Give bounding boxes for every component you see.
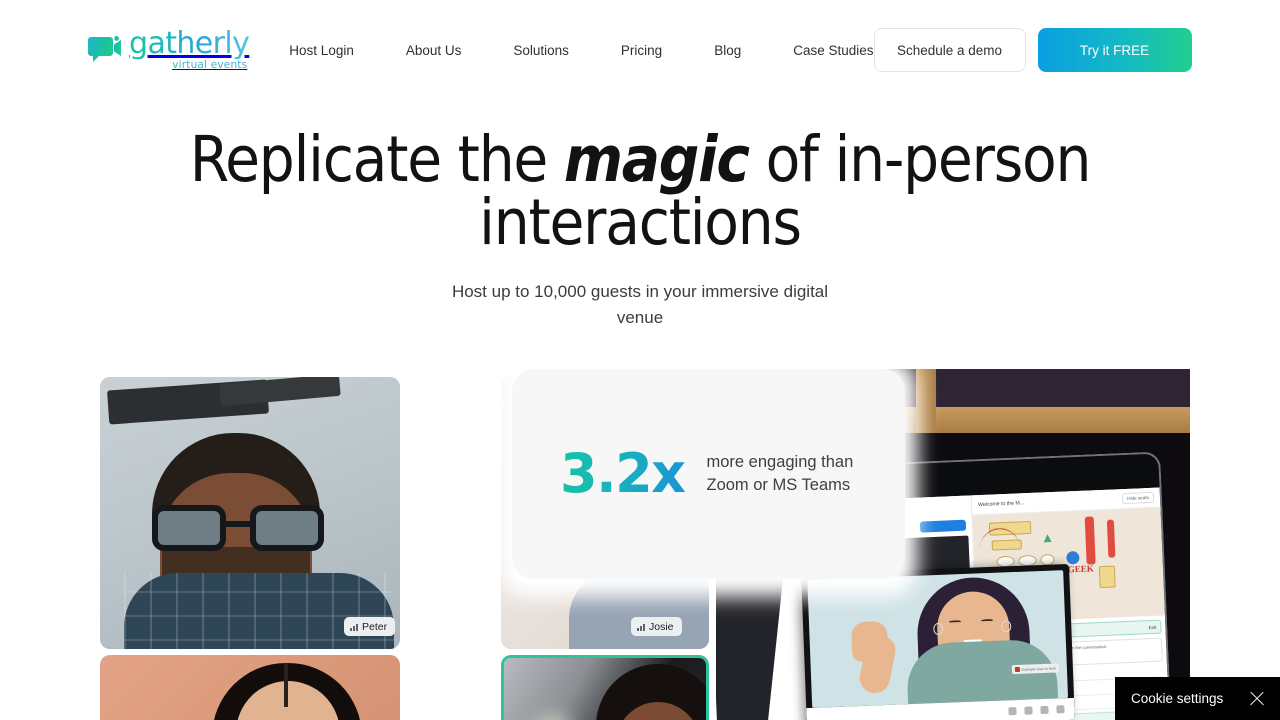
video-tile-participant-3[interactable]: [100, 655, 400, 720]
participant-name-badge-peter: Peter: [344, 617, 396, 636]
try-it-free-button[interactable]: Try it FREE: [1037, 28, 1192, 72]
main-navigation: Host Login About Us Solutions Pricing Bl…: [289, 35, 873, 66]
cookie-settings-bar: Cookie settings: [1115, 677, 1280, 720]
signal-strength-icon: [350, 623, 358, 631]
nav-item-pricing[interactable]: Pricing: [621, 35, 662, 66]
participant-name: Josie: [649, 620, 674, 633]
hide-seats-button[interactable]: Hide seats: [1122, 491, 1155, 505]
schedule-demo-button[interactable]: Schedule a demo: [873, 28, 1026, 72]
participant-name: Peter: [362, 620, 388, 633]
nav-item-case-studies[interactable]: Case Studies: [793, 35, 873, 66]
stat-value: 3.2x: [560, 442, 686, 505]
close-icon[interactable]: [1248, 690, 1266, 708]
participant-name-badge-josie: Josie: [631, 617, 682, 636]
header-actions: Schedule a demo Try it FREE: [873, 28, 1192, 72]
nav-item-blog[interactable]: Blog: [714, 35, 741, 66]
logo-tagline: virtual events: [129, 60, 249, 71]
nav-item-solutions[interactable]: Solutions: [513, 35, 569, 66]
hero-subtitle: Host up to 10,000 guests in your immersi…: [451, 282, 829, 327]
logo-wordmark: gatherly virtual events: [129, 26, 250, 71]
nav-item-about-us[interactable]: About Us: [406, 35, 462, 66]
stat-label: more engaging than Zoom or MS Teams: [706, 452, 854, 494]
signal-strength-icon: [637, 623, 645, 631]
logo-word: gatherly: [129, 26, 250, 62]
hero-section: Replicate the magic of in-person interac…: [0, 100, 1280, 330]
hero-media-collage: Peter Josie Welcome to the M... Hide sea…: [90, 357, 1190, 720]
video-tile-peter[interactable]: [100, 377, 400, 649]
info-icon[interactable]: [1008, 707, 1017, 716]
video-grid-left: Peter: [94, 369, 499, 720]
exit-label[interactable]: Exit: [1149, 624, 1157, 629]
stat-card: 3.2x more engaging than Zoom or MS Teams: [512, 369, 905, 579]
nav-item-host-login[interactable]: Host Login: [289, 35, 354, 66]
logo-link[interactable]: gatherly virtual events: [88, 26, 250, 71]
site-header: gatherly virtual events Host Login About…: [0, 0, 1280, 100]
link-icon[interactable]: [1024, 706, 1033, 715]
record-icon: [1014, 666, 1020, 673]
camera-icon[interactable]: [1040, 705, 1049, 715]
video-tile-active-speaker[interactable]: [501, 655, 709, 720]
page-title: Replicate the magic of in-person interac…: [120, 128, 1160, 254]
video-chip-label: Example User is here: [1021, 665, 1056, 672]
start-recording-button[interactable]: [919, 519, 967, 533]
video-name-chip: Example User is here: [1011, 663, 1060, 675]
video-camera-speech-bubble-icon: [88, 36, 121, 62]
venue-panel-title: Welcome to the M...: [977, 499, 1025, 508]
cookie-settings-label[interactable]: Cookie settings: [1131, 691, 1223, 706]
mic-icon[interactable]: [1056, 705, 1065, 714]
